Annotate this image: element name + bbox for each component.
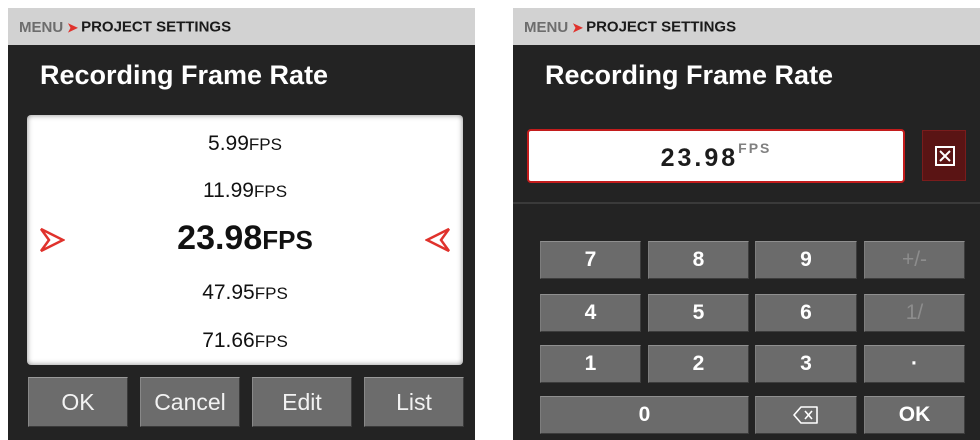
- frame-rate-option[interactable]: 47.95FPS: [27, 281, 463, 305]
- page-title: Recording Frame Rate: [545, 60, 834, 90]
- breadcrumb: MENU ➤ PROJECT SETTINGS: [513, 8, 980, 45]
- list-button[interactable]: List: [364, 377, 464, 427]
- breadcrumb-menu[interactable]: MENU: [524, 19, 568, 36]
- ok-key[interactable]: OK: [864, 396, 965, 434]
- frame-rate-option-selected[interactable]: 23.98FPS: [27, 219, 463, 258]
- divider: [513, 202, 980, 204]
- ok-button[interactable]: OK: [28, 377, 128, 427]
- breadcrumb: MENU ➤ PROJECT SETTINGS: [8, 8, 475, 45]
- frame-rate-input-unit: FPS: [738, 140, 772, 156]
- frame-rate-input[interactable]: 23.98FPS: [527, 129, 905, 183]
- selection-marker-right-icon: [425, 227, 451, 253]
- breadcrumb-separator-icon: ➤: [67, 19, 79, 35]
- breadcrumb-menu[interactable]: MENU: [19, 19, 63, 36]
- frame-rate-picker[interactable]: 5.99FPS 11.99FPS 23.98FPS 47.95FPS 71.66…: [27, 115, 463, 365]
- key-2[interactable]: 2: [648, 345, 749, 383]
- frame-rate-input-value: 23.98: [660, 144, 739, 172]
- key-6[interactable]: 6: [755, 294, 857, 332]
- edit-button[interactable]: Edit: [252, 377, 352, 427]
- frame-rate-option[interactable]: 11.99FPS: [27, 179, 463, 203]
- key-8[interactable]: 8: [648, 241, 749, 279]
- backspace-key[interactable]: [755, 396, 857, 434]
- breadcrumb-current: PROJECT SETTINGS: [81, 18, 232, 36]
- key-5[interactable]: 5: [648, 294, 749, 332]
- frame-rate-keypad-panel: MENU ➤ PROJECT SETTINGS Recording Frame Ra…: [513, 8, 980, 440]
- key-0[interactable]: 0: [540, 396, 749, 434]
- cancel-button[interactable]: Cancel: [140, 377, 240, 427]
- frame-rate-option[interactable]: 5.99FPS: [27, 132, 463, 156]
- breadcrumb-separator-icon: ➤: [572, 19, 584, 35]
- breadcrumb-current: PROJECT SETTINGS: [586, 18, 737, 36]
- key-decimal[interactable]: ·: [864, 345, 965, 383]
- frame-rate-option[interactable]: 71.66FPS: [27, 329, 463, 353]
- key-4[interactable]: 4: [540, 294, 641, 332]
- key-9[interactable]: 9: [755, 241, 857, 279]
- key-3[interactable]: 3: [755, 345, 857, 383]
- clear-button[interactable]: [922, 130, 966, 181]
- clear-box-icon: [935, 146, 955, 166]
- page-title: Recording Frame Rate: [40, 60, 329, 90]
- selection-marker-left-icon: [39, 227, 65, 253]
- key-1[interactable]: 1: [540, 345, 641, 383]
- key-reciprocal[interactable]: 1/: [864, 294, 965, 332]
- frame-rate-list-panel: MENU ➤ PROJECT SETTINGS Recording Frame Ra…: [8, 8, 475, 440]
- soft-button-row: OK Cancel Edit List: [8, 377, 475, 427]
- key-plus-minus[interactable]: +/-: [864, 241, 965, 279]
- key-7[interactable]: 7: [540, 241, 641, 279]
- backspace-icon: [793, 406, 818, 425]
